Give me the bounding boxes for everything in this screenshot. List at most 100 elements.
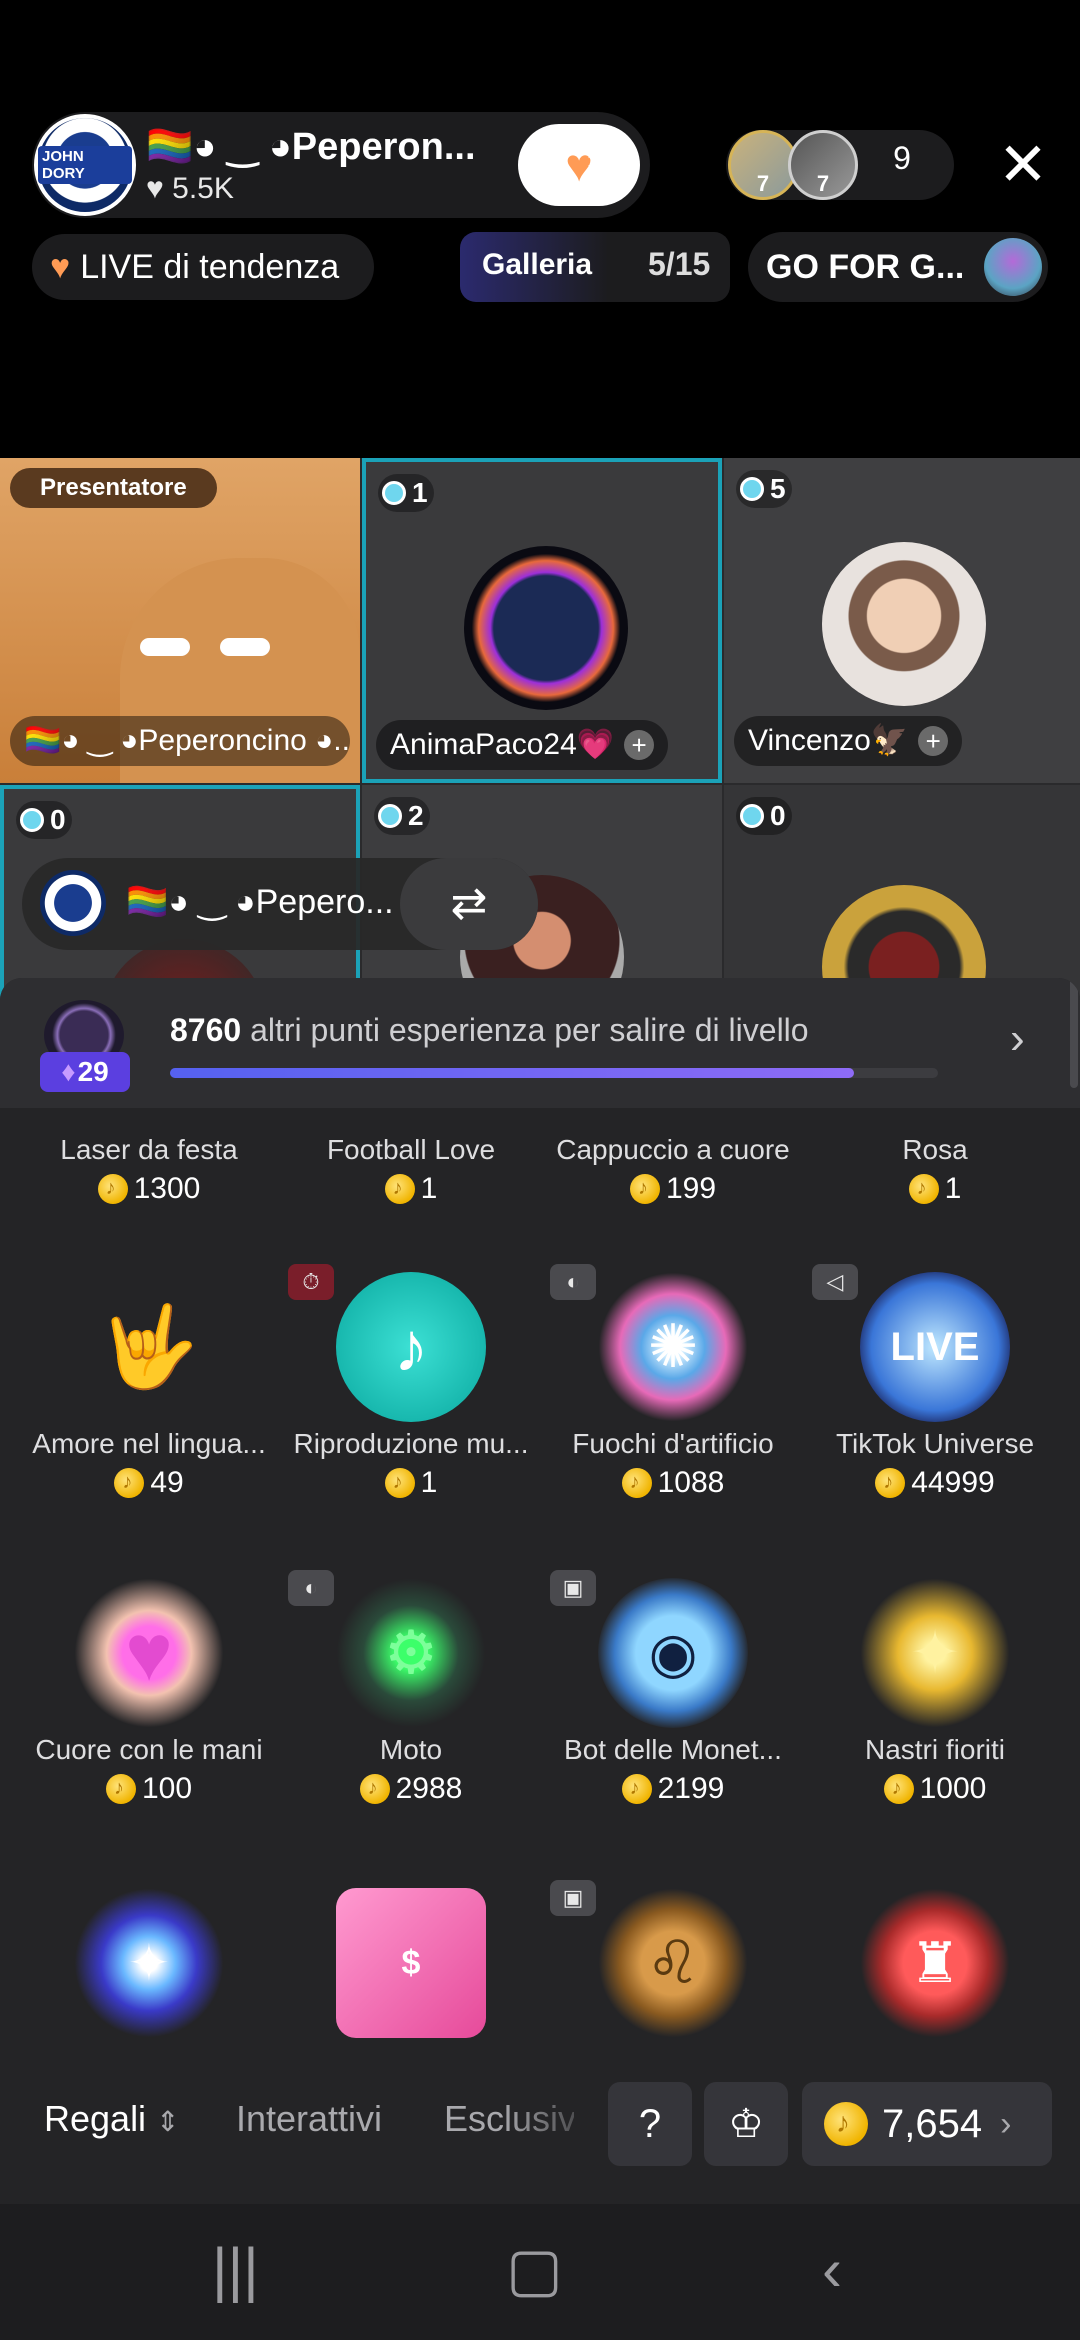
gift-price-value: 100: [141, 1772, 193, 1805]
galaxy-icon: ✧: [74, 1888, 224, 2038]
gem-icon: [382, 481, 406, 505]
gift-item[interactable]: Laser da festa 1300: [18, 1128, 280, 1206]
follow-button[interactable]: ♥ 1: [518, 124, 640, 206]
gift-item[interactable]: ♥ Cuore con le mani 100: [18, 1578, 280, 1806]
trend-label: LIVE di tendenza: [80, 248, 340, 286]
gift-name: Laser da festa: [60, 1134, 238, 1165]
gift-price: 1: [804, 1172, 1066, 1206]
trending-live-pill[interactable]: ♥ LIVE di tendenza: [32, 234, 374, 300]
gift-price: 49: [18, 1466, 280, 1500]
music-icon: ♪: [336, 1272, 486, 1422]
guest-score: 0: [770, 800, 786, 831]
confetti-icon: ✦: [860, 1578, 1010, 1728]
gift-item[interactable]: 🤟 Amore nel lingua... 49: [18, 1272, 280, 1500]
gift-item[interactable]: ◁ LIVE TikTok Universe 44999: [804, 1264, 1066, 1500]
sort-icon: ⇕: [156, 2106, 180, 2137]
follow-plus-icon[interactable]: +: [624, 730, 655, 760]
guest-score-badge: 0: [736, 797, 792, 835]
gift-item[interactable]: ♜: [804, 1888, 1066, 2038]
gift-name: Cuore con le mani: [35, 1734, 263, 1765]
train-icon: ♜: [860, 1888, 1010, 2038]
back-icon[interactable]: ‹: [822, 2240, 842, 2300]
gift-price: 1300: [18, 1172, 280, 1206]
follow-plus-icon[interactable]: +: [918, 726, 949, 756]
gift-item[interactable]: ▣ ♌: [542, 1880, 804, 2038]
close-icon[interactable]: ✕: [996, 130, 1050, 200]
guest-name-tag[interactable]: AnimaPaco24💗 +: [376, 720, 669, 770]
gift-price-value: 1300: [133, 1172, 201, 1205]
level-text: 8760 altri punti esperienza per salire d…: [170, 1012, 809, 1049]
host-cell[interactable]: Presentatore 🏳️‍🌈◕ ‿ ◕Peperoncino ◕...: [0, 458, 360, 783]
lion-icon: ♌: [598, 1888, 748, 2038]
guest-name-tag[interactable]: Vincenzo🦅 +: [734, 716, 963, 766]
level-progress-bar[interactable]: ♦29 8760 altri punti esperienza per sali…: [0, 978, 1080, 1108]
gift-name: Rosa: [902, 1134, 968, 1165]
guest-score: 2: [408, 800, 424, 831]
coin-icon: [114, 1468, 145, 1498]
level-track: [170, 1068, 938, 1078]
recharge-button[interactable]: 7,654 ›: [802, 2082, 1052, 2166]
help-icon[interactable]: ?: [608, 2082, 692, 2166]
gift-item[interactable]: ⏱ ♪ Riproduzione mu... 1: [280, 1264, 542, 1500]
megaphone-icon: ◁: [812, 1264, 858, 1300]
gift-name: Nastri fioriti: [864, 1734, 1005, 1765]
swap-recipient-icon[interactable]: ⇄: [400, 858, 538, 950]
video-icon: ▣: [550, 1880, 596, 1916]
gift-price-value: 199: [665, 1172, 717, 1205]
home-icon[interactable]: ▢: [506, 2240, 563, 2300]
gift-price: 2199: [542, 1772, 804, 1806]
gift-item[interactable]: Rosa 1: [804, 1128, 1066, 1206]
chevron-right-icon[interactable]: ›: [1010, 1014, 1025, 1064]
host-name[interactable]: 🏳️‍🌈◕ ‿ ◕Peperon...: [146, 124, 506, 169]
follow-count: 1: [587, 151, 598, 171]
host-avatar[interactable]: JOHN DORY: [34, 114, 136, 216]
video-icon: ▣: [550, 1570, 596, 1606]
coin-icon: [621, 1774, 652, 1804]
coin-icon: [621, 1468, 652, 1498]
guest-score: 1: [412, 477, 428, 508]
gift-price-value: 2199: [657, 1772, 725, 1805]
gift-item[interactable]: ◐ ⚙ Moto 2988: [280, 1570, 542, 1806]
scrollbar[interactable]: [1070, 978, 1078, 1088]
goal-label: GO FOR G...: [766, 248, 965, 286]
gift-price-value: 1: [420, 1172, 438, 1205]
top-viewer-avatar[interactable]: 7: [788, 130, 858, 200]
recent-apps-icon[interactable]: |||: [212, 2240, 259, 2300]
tab-interactive[interactable]: Interattivi: [236, 2098, 382, 2140]
gift-price-value: 44999: [911, 1466, 995, 1499]
gift-item[interactable]: Football Love 1: [280, 1128, 542, 1206]
guest-avatar: [464, 546, 628, 710]
fireworks-icon: ✺: [598, 1272, 748, 1422]
live-header: JOHN DORY 🏳️‍🌈◕ ‿ ◕Peperon... ♥ 5.5K ♥ 1 …: [0, 0, 1080, 458]
coin-icon: [359, 1774, 390, 1804]
crown-icon[interactable]: ♔: [704, 2082, 788, 2166]
gift-item[interactable]: ✦ Nastri fioriti 1000: [804, 1578, 1066, 1806]
coin-bot-icon: ◉: [598, 1578, 748, 1728]
gift-name: Moto: [379, 1734, 443, 1765]
guest-cell[interactable]: 1 AnimaPaco24💗 +: [362, 458, 722, 783]
coin-icon: [384, 1468, 415, 1498]
viewer-count[interactable]: 9: [870, 140, 934, 177]
heart-icon: ♥: [50, 248, 71, 286]
gift-item[interactable]: Cappuccio a cuore 199: [542, 1128, 804, 1206]
host-name-tag[interactable]: 🏳️‍🌈◕ ‿ ◕Peperoncino ◕...: [10, 716, 350, 766]
palette-icon: ◐: [288, 1570, 334, 1606]
gift-price-value: 1088: [657, 1466, 725, 1499]
gift-item[interactable]: $: [280, 1888, 542, 2038]
timer-icon: ⏱: [288, 1264, 334, 1300]
recipient-avatar: [40, 870, 106, 936]
guest-cell[interactable]: 5 Vincenzo🦅 +: [724, 458, 1080, 783]
coin-icon: [97, 1174, 128, 1204]
host-likes: ♥ 5.5K: [146, 172, 234, 205]
universe-icon: LIVE: [860, 1272, 1010, 1422]
coin-icon: [875, 1468, 906, 1498]
gift-item[interactable]: ◐ ✺ Fuochi d'artificio 1088: [542, 1264, 804, 1500]
guest-score-badge: 5: [736, 470, 792, 508]
tab-gifts[interactable]: Regali ⇕: [44, 2098, 180, 2140]
heart-hands-icon: ♥: [74, 1578, 224, 1728]
coin-icon: [629, 1174, 660, 1204]
level-points: 8760: [170, 1012, 242, 1048]
level-number: 29: [77, 1056, 109, 1087]
gift-item[interactable]: ▣ ◉ Bot delle Monet... 2199: [542, 1570, 804, 1806]
gift-item[interactable]: ✧: [18, 1888, 280, 2038]
